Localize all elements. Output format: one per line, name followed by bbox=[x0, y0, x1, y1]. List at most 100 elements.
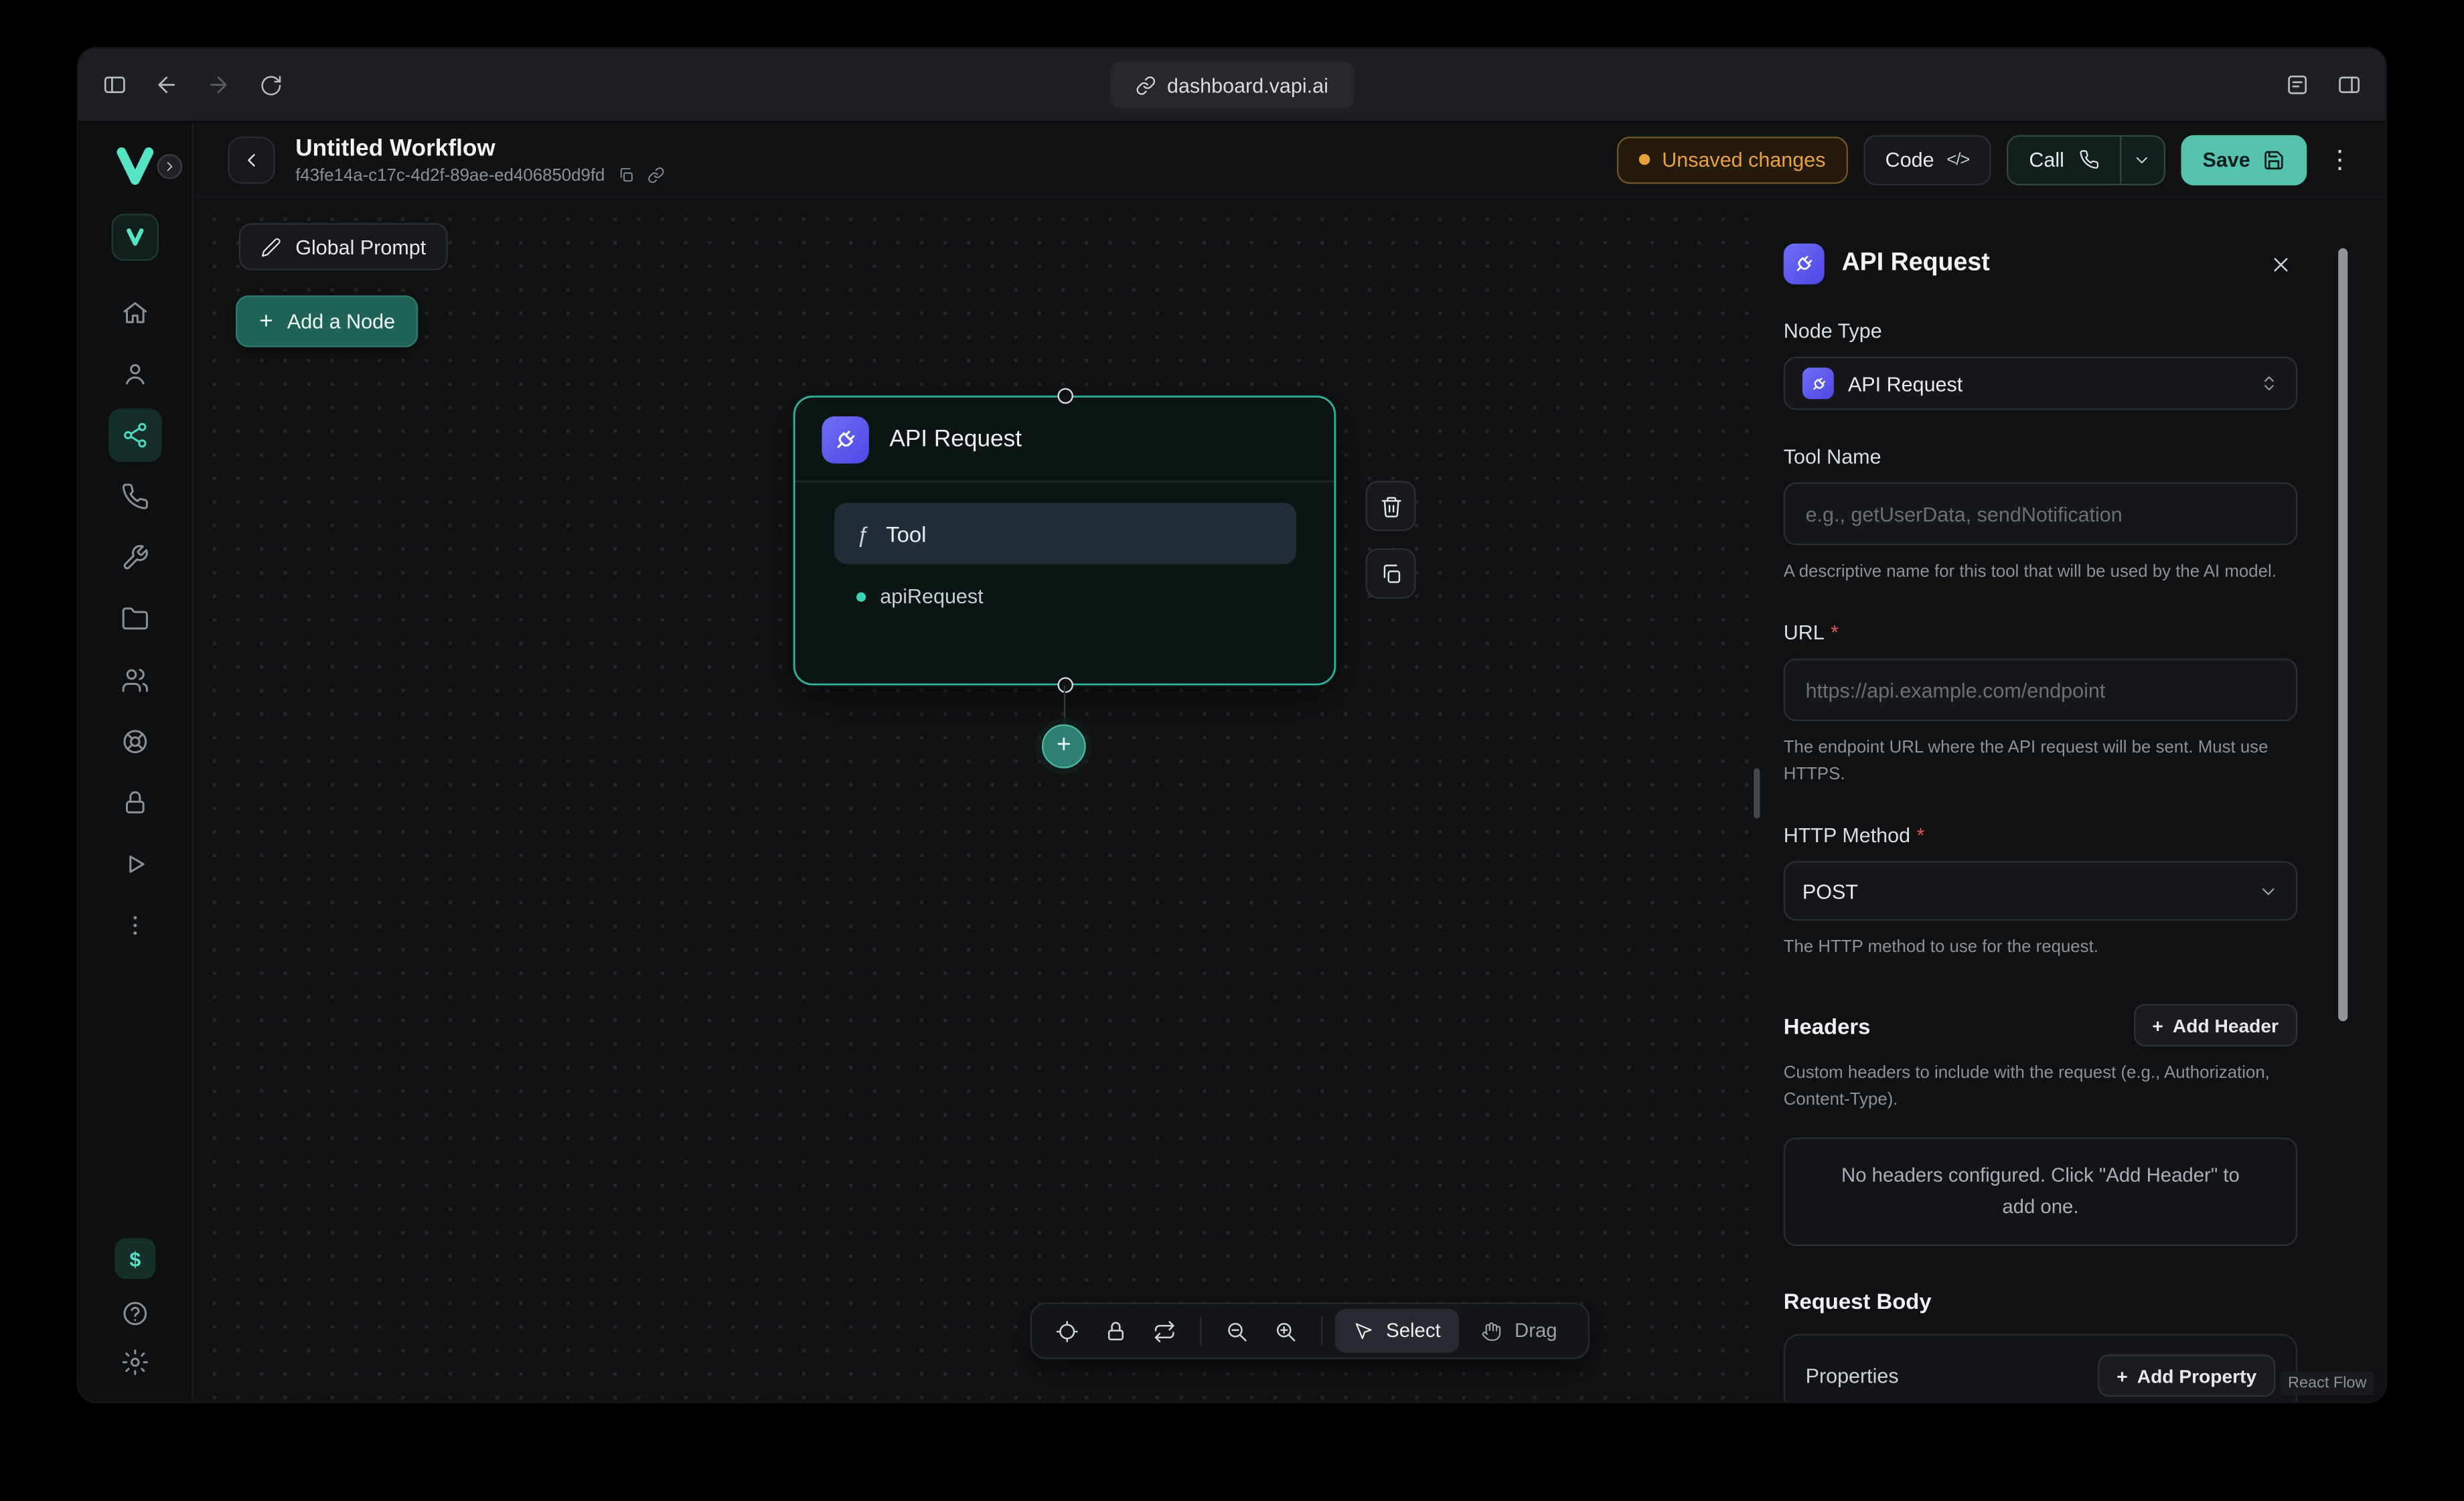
canvas-toolbar: Select Drag bbox=[1029, 1303, 1590, 1359]
reading-list-icon[interactable] bbox=[2274, 62, 2321, 108]
panel-header: API Request bbox=[1784, 244, 2297, 285]
node-action-buttons bbox=[1365, 481, 1415, 599]
sidebar-item-assistants[interactable] bbox=[108, 347, 162, 401]
crosshair-icon bbox=[1055, 1319, 1078, 1342]
request-body-card: Properties + Add Property bbox=[1784, 1334, 2297, 1402]
tool-name-label: Tool Name bbox=[1784, 445, 2297, 468]
api-request-node[interactable]: API Request ƒ Tool apiRequest bbox=[793, 396, 1336, 685]
sidebar-item-more-icon[interactable] bbox=[108, 898, 162, 952]
node-config-panel: API Request Node Type API Request bbox=[1763, 198, 2385, 1402]
delete-node-button[interactable] bbox=[1365, 481, 1415, 531]
zoom-out-icon bbox=[1224, 1319, 1247, 1342]
add-node-button[interactable]: + Add a Node bbox=[236, 295, 418, 347]
sidebar-item-test[interactable] bbox=[108, 838, 162, 891]
save-button[interactable]: Save bbox=[2181, 135, 2307, 185]
zoom-out-button[interactable] bbox=[1213, 1309, 1259, 1353]
edge-line bbox=[1063, 685, 1065, 726]
plus-icon: + bbox=[2152, 1014, 2163, 1036]
select-mode-button[interactable]: Select bbox=[1334, 1309, 1460, 1353]
drag-mode-button[interactable]: Drag bbox=[1463, 1309, 1576, 1353]
sidebar-item-workflows[interactable] bbox=[108, 408, 162, 462]
chevrons-up-down-icon bbox=[2260, 374, 2279, 393]
dollar-icon: $ bbox=[129, 1247, 141, 1270]
divider bbox=[1199, 1317, 1201, 1345]
react-flow-attribution: React Flow bbox=[2280, 1372, 2374, 1395]
http-method-label: HTTP Method* bbox=[1784, 823, 2297, 847]
node-input-handle[interactable] bbox=[1057, 388, 1072, 404]
url-help: The endpoint URL where the API request w… bbox=[1784, 735, 2297, 789]
sidebar-item-tools[interactable] bbox=[108, 531, 162, 584]
workflow-header: Untitled Workflow f43fe14a-c17c-4d2f-89a… bbox=[194, 123, 2386, 198]
zoom-in-button[interactable] bbox=[1262, 1309, 1308, 1353]
tool-name-input[interactable] bbox=[1784, 482, 2297, 545]
api-request-icon bbox=[1802, 368, 1834, 399]
sidebar-item-phone-numbers[interactable] bbox=[108, 470, 162, 524]
lock-canvas-button[interactable] bbox=[1092, 1309, 1138, 1353]
call-button[interactable]: Call bbox=[2009, 136, 2119, 183]
browser-chrome: dashboard.vapi.ai bbox=[78, 49, 2385, 123]
copy-icon bbox=[1379, 562, 1402, 585]
http-method-select[interactable]: POST bbox=[1784, 861, 2297, 921]
sidebar-item-files[interactable] bbox=[108, 592, 162, 646]
node-type-label: Node Type bbox=[1784, 319, 2297, 342]
split-view-icon[interactable] bbox=[2325, 62, 2372, 108]
url-text: dashboard.vapi.ai bbox=[1167, 73, 1328, 96]
bullet-icon bbox=[856, 592, 866, 601]
api-request-icon bbox=[1784, 244, 1825, 285]
close-panel-button[interactable] bbox=[2263, 246, 2298, 281]
more-options-button[interactable]: ⋮ bbox=[2323, 144, 2358, 175]
tool-name-help: A descriptive name for this tool that wi… bbox=[1784, 559, 2297, 586]
repeat-icon bbox=[1152, 1319, 1175, 1342]
add-next-node-button[interactable]: + bbox=[1042, 724, 1086, 769]
share-link-icon[interactable] bbox=[647, 167, 665, 184]
workflow-id-row: f43fe14a-c17c-4d2f-89ae-ed406850d9fd bbox=[295, 166, 664, 185]
sidebar-item-squads[interactable] bbox=[108, 653, 162, 707]
global-prompt-button[interactable]: Global Prompt bbox=[239, 223, 448, 270]
panel-content: API Request Node Type API Request bbox=[1784, 198, 2297, 1402]
screen: dashboard.vapi.ai bbox=[0, 0, 2464, 1501]
node-header: API Request bbox=[795, 398, 1334, 483]
add-header-button[interactable]: + Add Header bbox=[2133, 1004, 2297, 1046]
headers-label: Headers bbox=[1784, 1013, 1871, 1038]
main-content: Untitled Workflow f43fe14a-c17c-4d2f-89a… bbox=[194, 123, 2386, 1401]
call-dropdown-button[interactable] bbox=[2121, 136, 2163, 183]
url-input[interactable] bbox=[1784, 658, 2297, 721]
add-property-button[interactable]: + Add Property bbox=[2098, 1354, 2275, 1397]
vapi-logo[interactable] bbox=[112, 146, 159, 187]
chevron-down-icon bbox=[2258, 881, 2279, 902]
sidebar-item-home[interactable] bbox=[108, 286, 162, 339]
forward-icon[interactable] bbox=[195, 62, 242, 108]
help-button[interactable] bbox=[121, 1299, 149, 1328]
copy-id-icon[interactable] bbox=[617, 167, 635, 184]
page-title: Untitled Workflow bbox=[295, 135, 664, 163]
code-icon: </> bbox=[1946, 150, 1969, 169]
cursor-icon bbox=[1353, 1321, 1374, 1342]
trash-icon bbox=[1379, 494, 1402, 518]
node-tool-card[interactable]: ƒ Tool bbox=[834, 503, 1296, 564]
sidebar-expand-icon[interactable] bbox=[157, 154, 183, 179]
plus-icon: + bbox=[2116, 1364, 2127, 1387]
required-asterisk: * bbox=[1831, 621, 1839, 644]
settings-button[interactable] bbox=[121, 1348, 149, 1376]
divider bbox=[1320, 1317, 1322, 1345]
node-tool-type-row: apiRequest bbox=[856, 584, 1334, 608]
reload-icon[interactable] bbox=[246, 62, 293, 108]
sidebar-item-support[interactable] bbox=[108, 715, 162, 769]
duplicate-node-button[interactable] bbox=[1365, 548, 1415, 599]
auto-layout-button[interactable] bbox=[1141, 1309, 1186, 1353]
node-type-select[interactable]: API Request bbox=[1784, 357, 2297, 410]
billing-button[interactable]: $ bbox=[114, 1238, 155, 1279]
workspace-switcher[interactable] bbox=[112, 214, 159, 260]
sidebar-toggle-icon[interactable] bbox=[91, 62, 138, 108]
panel-resize-handle[interactable] bbox=[1754, 769, 1760, 819]
back-icon[interactable] bbox=[143, 62, 190, 108]
fit-view-button[interactable] bbox=[1044, 1309, 1089, 1353]
panel-scrollbar[interactable] bbox=[2338, 248, 2347, 1022]
back-button[interactable] bbox=[228, 136, 275, 183]
properties-label: Properties bbox=[1806, 1364, 1899, 1387]
url-bar[interactable]: dashboard.vapi.ai bbox=[1111, 62, 1354, 108]
sidebar-item-api-keys[interactable] bbox=[108, 776, 162, 830]
pencil-icon bbox=[261, 236, 282, 257]
code-button[interactable]: Code </> bbox=[1863, 135, 1991, 185]
function-icon: ƒ bbox=[856, 521, 868, 546]
